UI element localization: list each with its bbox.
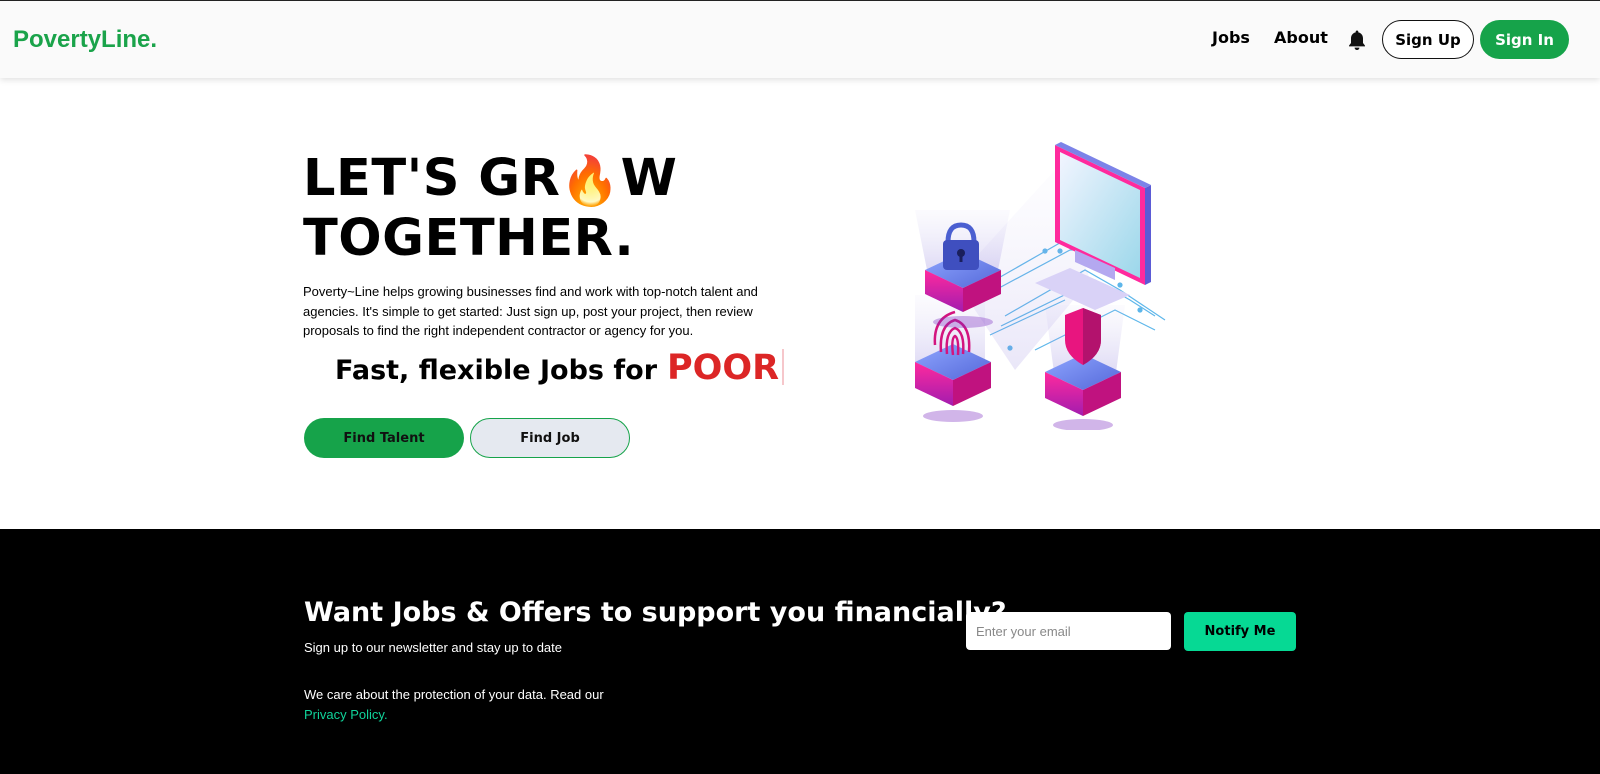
hero-illustration — [915, 142, 1166, 430]
hero-title: LET'S GR🔥W TOGETHER. — [303, 150, 783, 268]
nav-link-jobs[interactable]: Jobs — [1212, 28, 1250, 47]
newsletter-title: Want Jobs & Offers to support you financ… — [304, 597, 1007, 628]
sign-in-button[interactable]: Sign In — [1480, 20, 1569, 59]
sign-up-button[interactable]: Sign Up — [1382, 20, 1474, 59]
typing-cursor — [782, 349, 785, 385]
privacy-policy-link[interactable]: Privacy Policy. — [304, 707, 388, 722]
tagline-typed-word: POOR — [667, 348, 780, 388]
privacy-notice: We care about the protection of your dat… — [304, 685, 634, 725]
tagline-prefix: Fast, flexible Jobs for — [335, 355, 658, 386]
hero-description: Poverty~Line helps growing businesses fi… — [303, 284, 758, 338]
email-input[interactable] — [966, 612, 1171, 650]
fire-emoji-icon: 🔥 — [560, 153, 621, 209]
site-logo[interactable]: PovertyLine. — [13, 26, 157, 54]
bell-icon[interactable] — [1347, 29, 1367, 51]
newsletter-footer: Want Jobs & Offers to support you financ… — [0, 529, 1600, 774]
hero-title-part2: W — [620, 149, 678, 208]
find-talent-button[interactable]: Find Talent — [304, 418, 464, 458]
nav-link-about[interactable]: About — [1274, 28, 1328, 47]
hero-title-part1: LET'S GR — [303, 149, 561, 208]
hero-tagline: Fast, flexible Jobs for POOR — [335, 348, 785, 388]
find-job-button[interactable]: Find Job — [470, 418, 630, 458]
notify-me-button[interactable]: Notify Me — [1184, 612, 1296, 651]
newsletter-subtitle: Sign up to our newsletter and stay up to… — [304, 640, 563, 655]
hero-title-line2: TOGETHER. — [303, 209, 635, 268]
privacy-text: We care about the protection of your dat… — [304, 687, 604, 702]
top-navbar: PovertyLine. Jobs About Sign Up Sign In — [0, 0, 1600, 78]
